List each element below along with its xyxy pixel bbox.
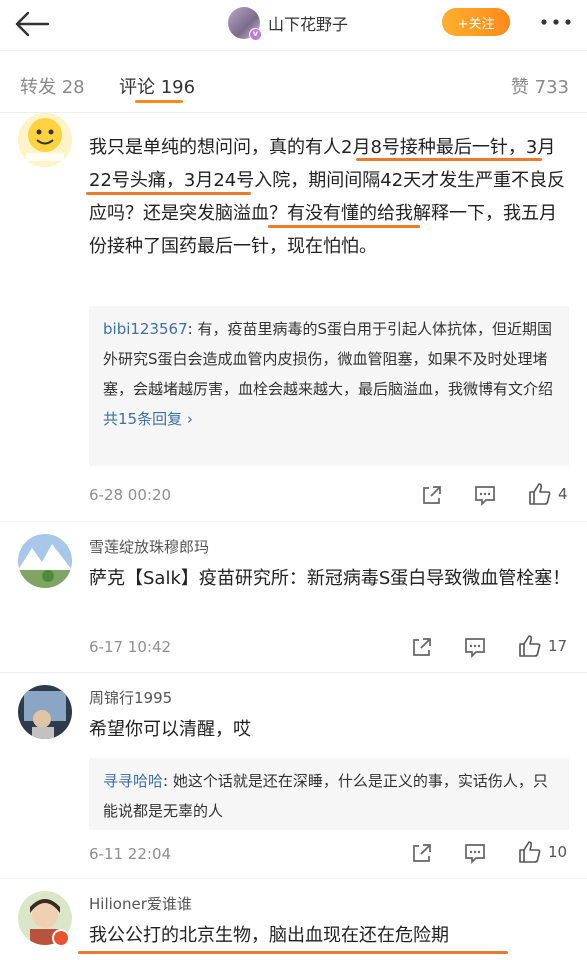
- comment-time: 6-17 10:42: [89, 638, 172, 656]
- reply-preview[interactable]: 寻寻哈哈: 她这个话就是还在深睡，什么是正义的事，实话伤人，只能说都是无辜的人: [89, 758, 569, 830]
- tab-bar: 转发 28 评论 196 赞 733: [0, 50, 587, 112]
- highlight-underline: [78, 951, 508, 954]
- highlight-underline: [268, 225, 420, 228]
- comment-item: Hilioner爱谁谁 我公公打的北京生物，脑出血现在还在危险期: [0, 879, 587, 960]
- reply-text: : 她这个话就是还在深睡，什么是正义的事，实话伤人，只能说都是无辜的人: [103, 772, 548, 820]
- highlight-underline: [356, 158, 542, 161]
- reply-username[interactable]: 寻寻哈哈: [103, 772, 163, 790]
- author-avatar[interactable]: v: [228, 7, 262, 41]
- like-count: 10: [548, 843, 568, 861]
- author-name[interactable]: 山下花野子: [268, 11, 348, 35]
- avatar[interactable]: [18, 113, 72, 167]
- reply-preview[interactable]: bibi123567: 有，疫苗里病毒的S蛋白用于引起人体抗体，但近期国外研究S…: [89, 306, 569, 466]
- top-bar: v 山下花野子 +关注: [0, 0, 587, 50]
- comment-username[interactable]: 周锦行1995: [89, 687, 172, 708]
- tab-comment[interactable]: 评论 196: [119, 73, 195, 99]
- tab-repost[interactable]: 转发 28: [20, 73, 85, 99]
- comment-time: 6-28 00:20: [89, 486, 172, 504]
- like-button[interactable]: 10: [518, 840, 567, 864]
- back-arrow-icon[interactable]: [12, 8, 52, 40]
- comment-icon[interactable]: [474, 483, 496, 507]
- share-icon[interactable]: [411, 841, 433, 865]
- like-button[interactable]: 17: [518, 634, 567, 658]
- follow-button[interactable]: +关注: [442, 8, 510, 36]
- comment-text: 我只是单纯的想问问，真的有人2月8号接种最后一针，3月22号头痛，3月24号入院…: [89, 137, 566, 257]
- author-info[interactable]: v 山下花野子: [228, 6, 348, 41]
- highlight-underline: [86, 192, 251, 195]
- comment-text: 希望你可以清醒，哎: [89, 719, 251, 740]
- verified-badge-icon: v: [249, 28, 262, 41]
- reply-username[interactable]: bibi123567: [103, 320, 188, 338]
- vip-badge-icon: [52, 929, 70, 947]
- comment-time: 6-11 22:04: [89, 845, 172, 863]
- share-icon[interactable]: [411, 635, 433, 659]
- like-button[interactable]: 4: [528, 482, 568, 506]
- thumb-up-icon: [519, 841, 541, 863]
- comment-username[interactable]: 雪莲绽放珠穆郎玛: [89, 536, 209, 557]
- comment-username[interactable]: Hilioner爱谁谁: [89, 893, 192, 914]
- like-count: 4: [558, 485, 568, 503]
- comment-text: 萨克【Salk】疫苗研究所：新冠病毒S蛋白导致微血管栓塞！: [89, 568, 571, 589]
- comment-icon[interactable]: [464, 841, 486, 865]
- comment-item: 雪莲绽放珠穆郎玛 萨克【Salk】疫苗研究所：新冠病毒S蛋白导致微血管栓塞！ 6…: [0, 522, 587, 667]
- tab-like[interactable]: 赞 733: [511, 73, 569, 99]
- comment-text: 我公公打的北京生物，脑出血现在还在危险期: [89, 925, 449, 946]
- comment-icon[interactable]: [464, 635, 486, 659]
- more-dots-icon[interactable]: [538, 10, 574, 34]
- thumb-up-icon: [529, 483, 551, 505]
- active-tab-indicator: [135, 100, 183, 103]
- avatar[interactable]: [18, 534, 72, 588]
- like-count: 17: [548, 637, 568, 655]
- comment-item: 周锦行1995 希望你可以清醒，哎 寻寻哈哈: 她这个话就是还在深睡，什么是正义…: [0, 673, 587, 873]
- avatar[interactable]: [18, 685, 72, 739]
- view-replies-link[interactable]: 共15条回复 ›: [103, 404, 555, 434]
- comment-item: 我只是单纯的想问问，真的有人2月8号接种最后一针，3月22号头痛，3月24号入院…: [0, 113, 587, 513]
- thumb-up-icon: [519, 635, 541, 657]
- share-icon[interactable]: [421, 483, 443, 507]
